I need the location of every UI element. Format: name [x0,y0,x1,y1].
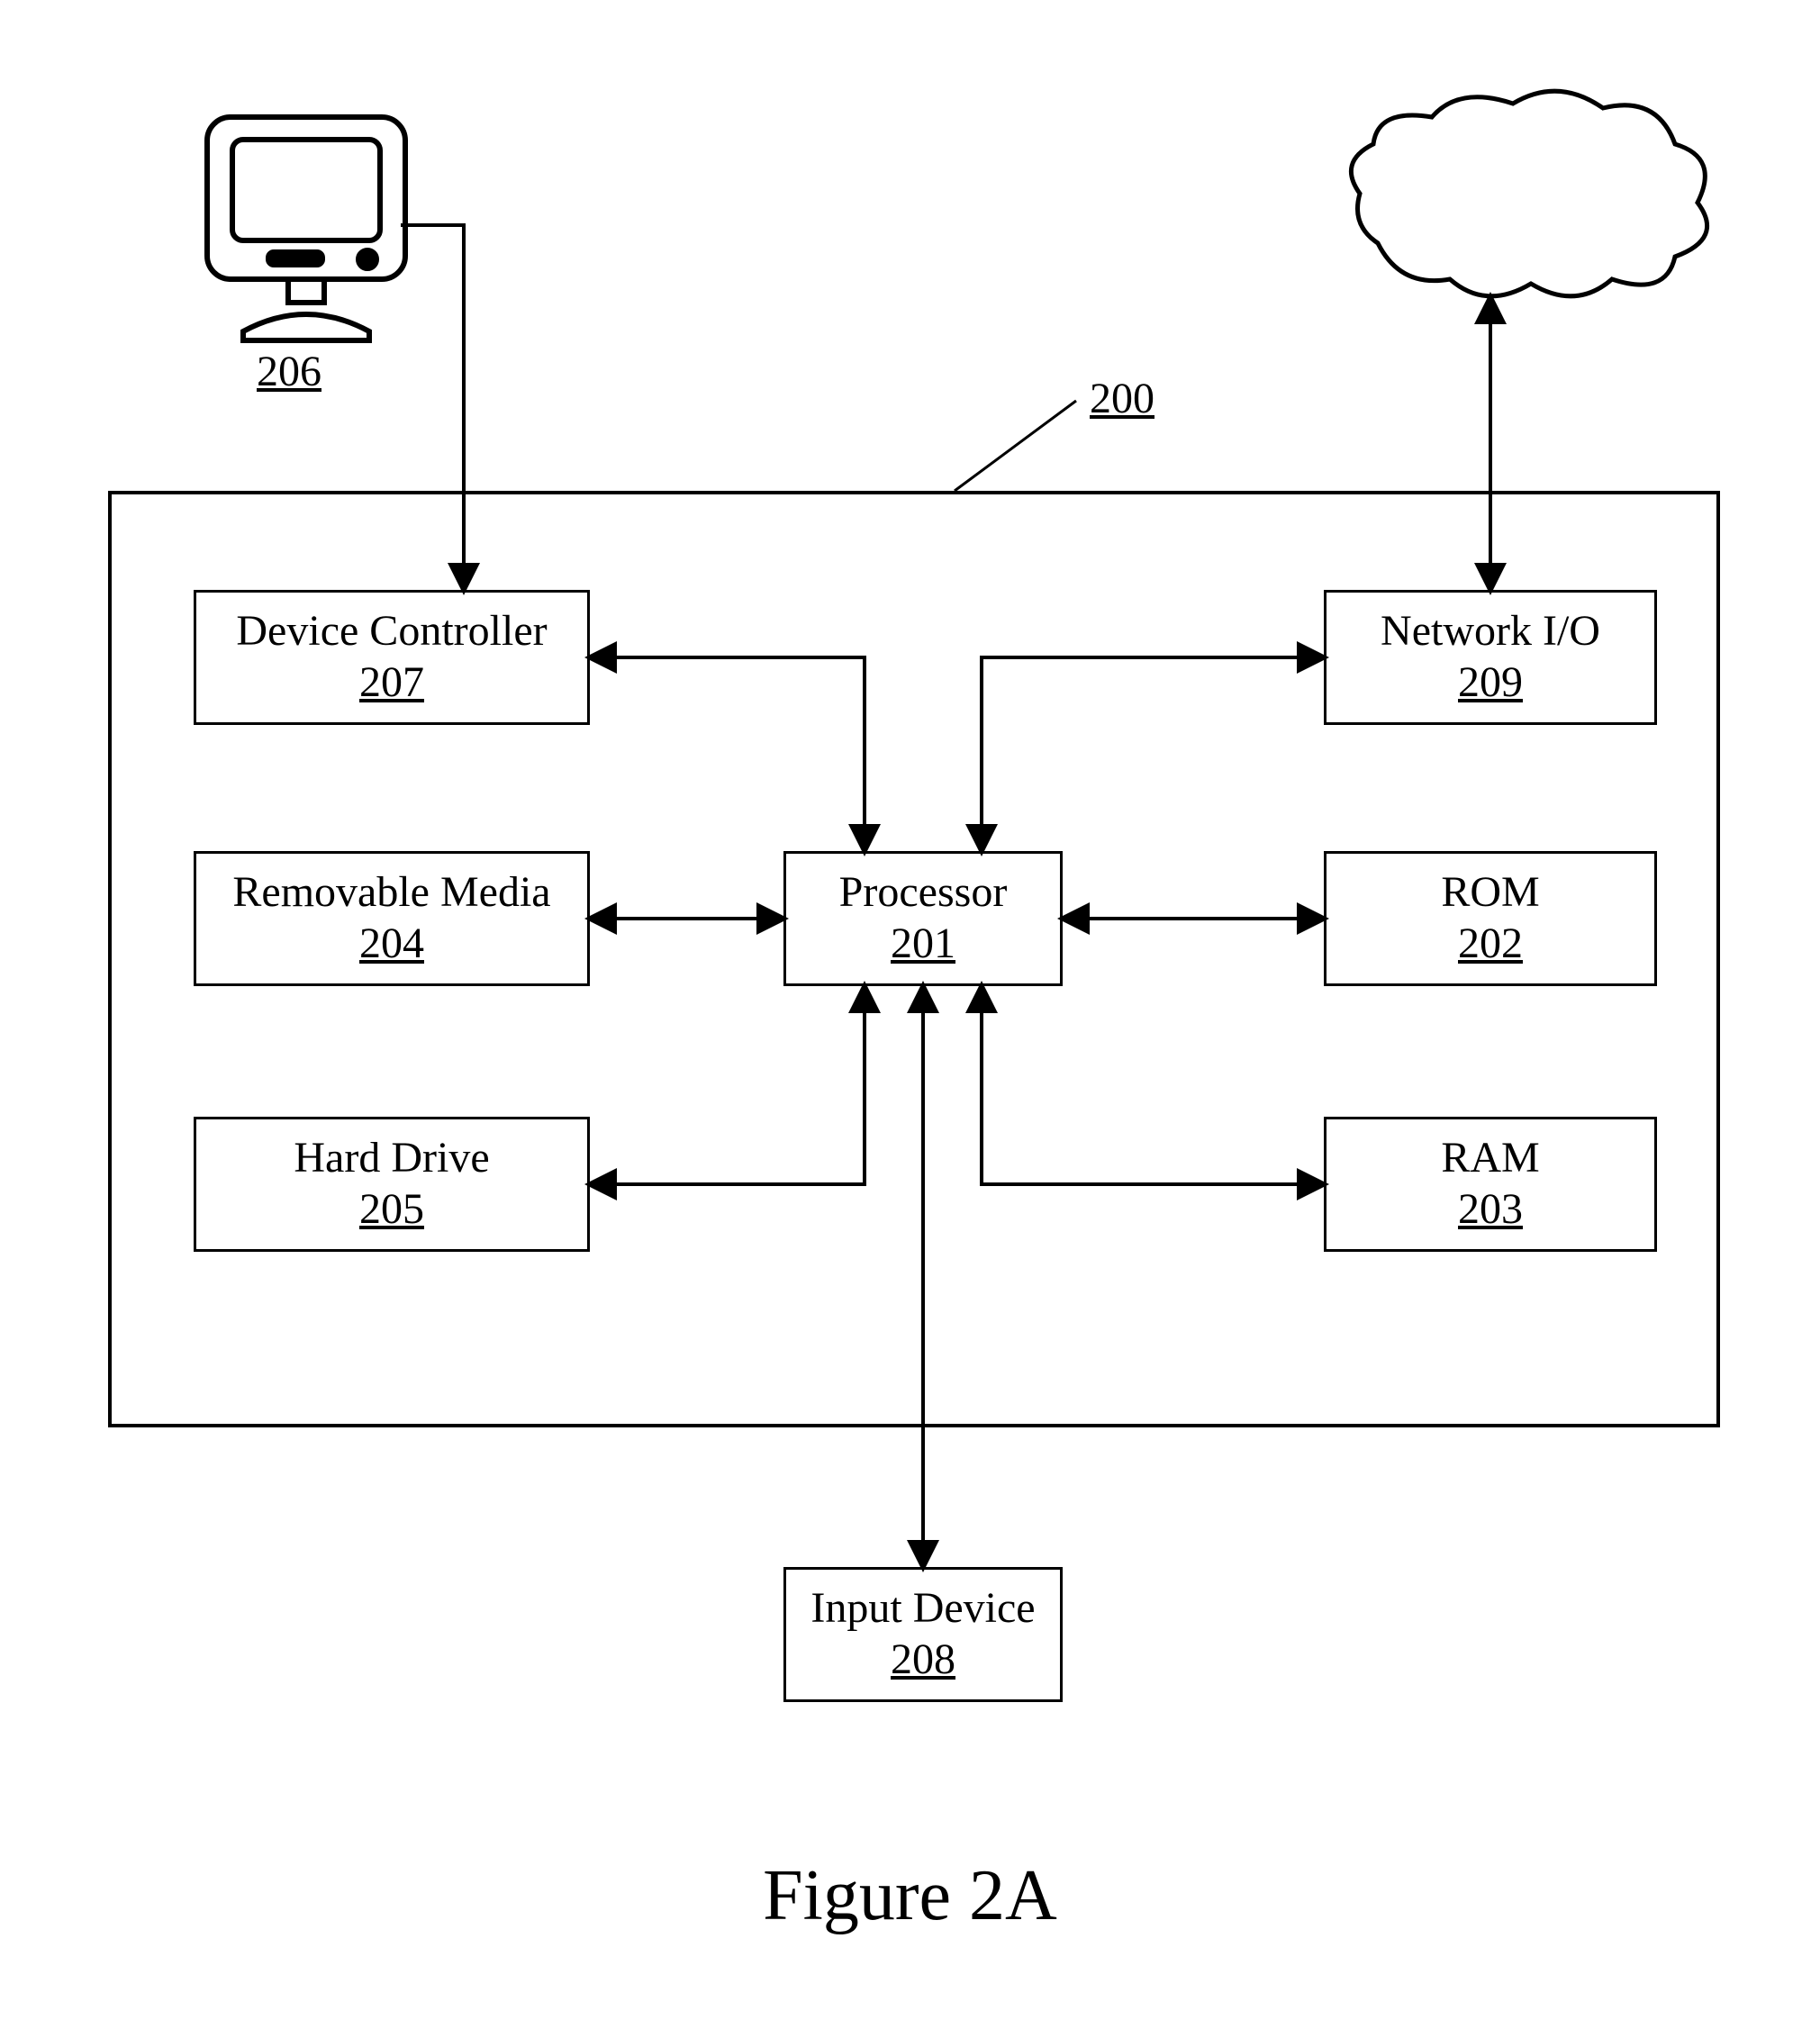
box-label: Hard Drive [294,1135,489,1182]
diagram-canvas: 200 206 Network 210 Device Controller 20… [0,0,1820,2038]
box-ref: 207 [359,659,424,707]
monitor-icon [207,117,405,340]
box-device-controller: Device Controller 207 [194,590,590,725]
cloud-ref: 210 [1400,216,1634,266]
box-rom: ROM 202 [1324,851,1657,986]
box-ref: 204 [359,920,424,968]
monitor-ref: 206 [257,347,321,396]
box-label: Network I/O [1381,608,1600,656]
cloud-label-block: Network 210 [1400,167,1634,266]
box-ram: RAM 203 [1324,1117,1657,1252]
figure-caption: Figure 2A [0,1855,1820,1937]
box-label: Processor [839,869,1008,917]
box-input-device: Input Device 208 [783,1567,1063,1702]
box-hard-drive: Hard Drive 205 [194,1117,590,1252]
box-ref: 201 [891,920,955,968]
box-label: ROM [1441,869,1539,917]
cloud-label: Network [1400,167,1634,216]
box-processor: Processor 201 [783,851,1063,986]
box-ref: 205 [359,1186,424,1234]
box-label: Input Device [810,1585,1035,1633]
system-ref: 200 [1090,374,1154,423]
box-ref: 202 [1458,920,1523,968]
box-network-io: Network I/O 209 [1324,590,1657,725]
box-label: Removable Media [232,869,550,917]
box-label: Device Controller [236,608,547,656]
box-ref: 209 [1458,659,1523,707]
box-ref: 203 [1458,1186,1523,1234]
box-label: RAM [1441,1135,1539,1182]
box-ref: 208 [891,1636,955,1684]
box-removable-media: Removable Media 204 [194,851,590,986]
